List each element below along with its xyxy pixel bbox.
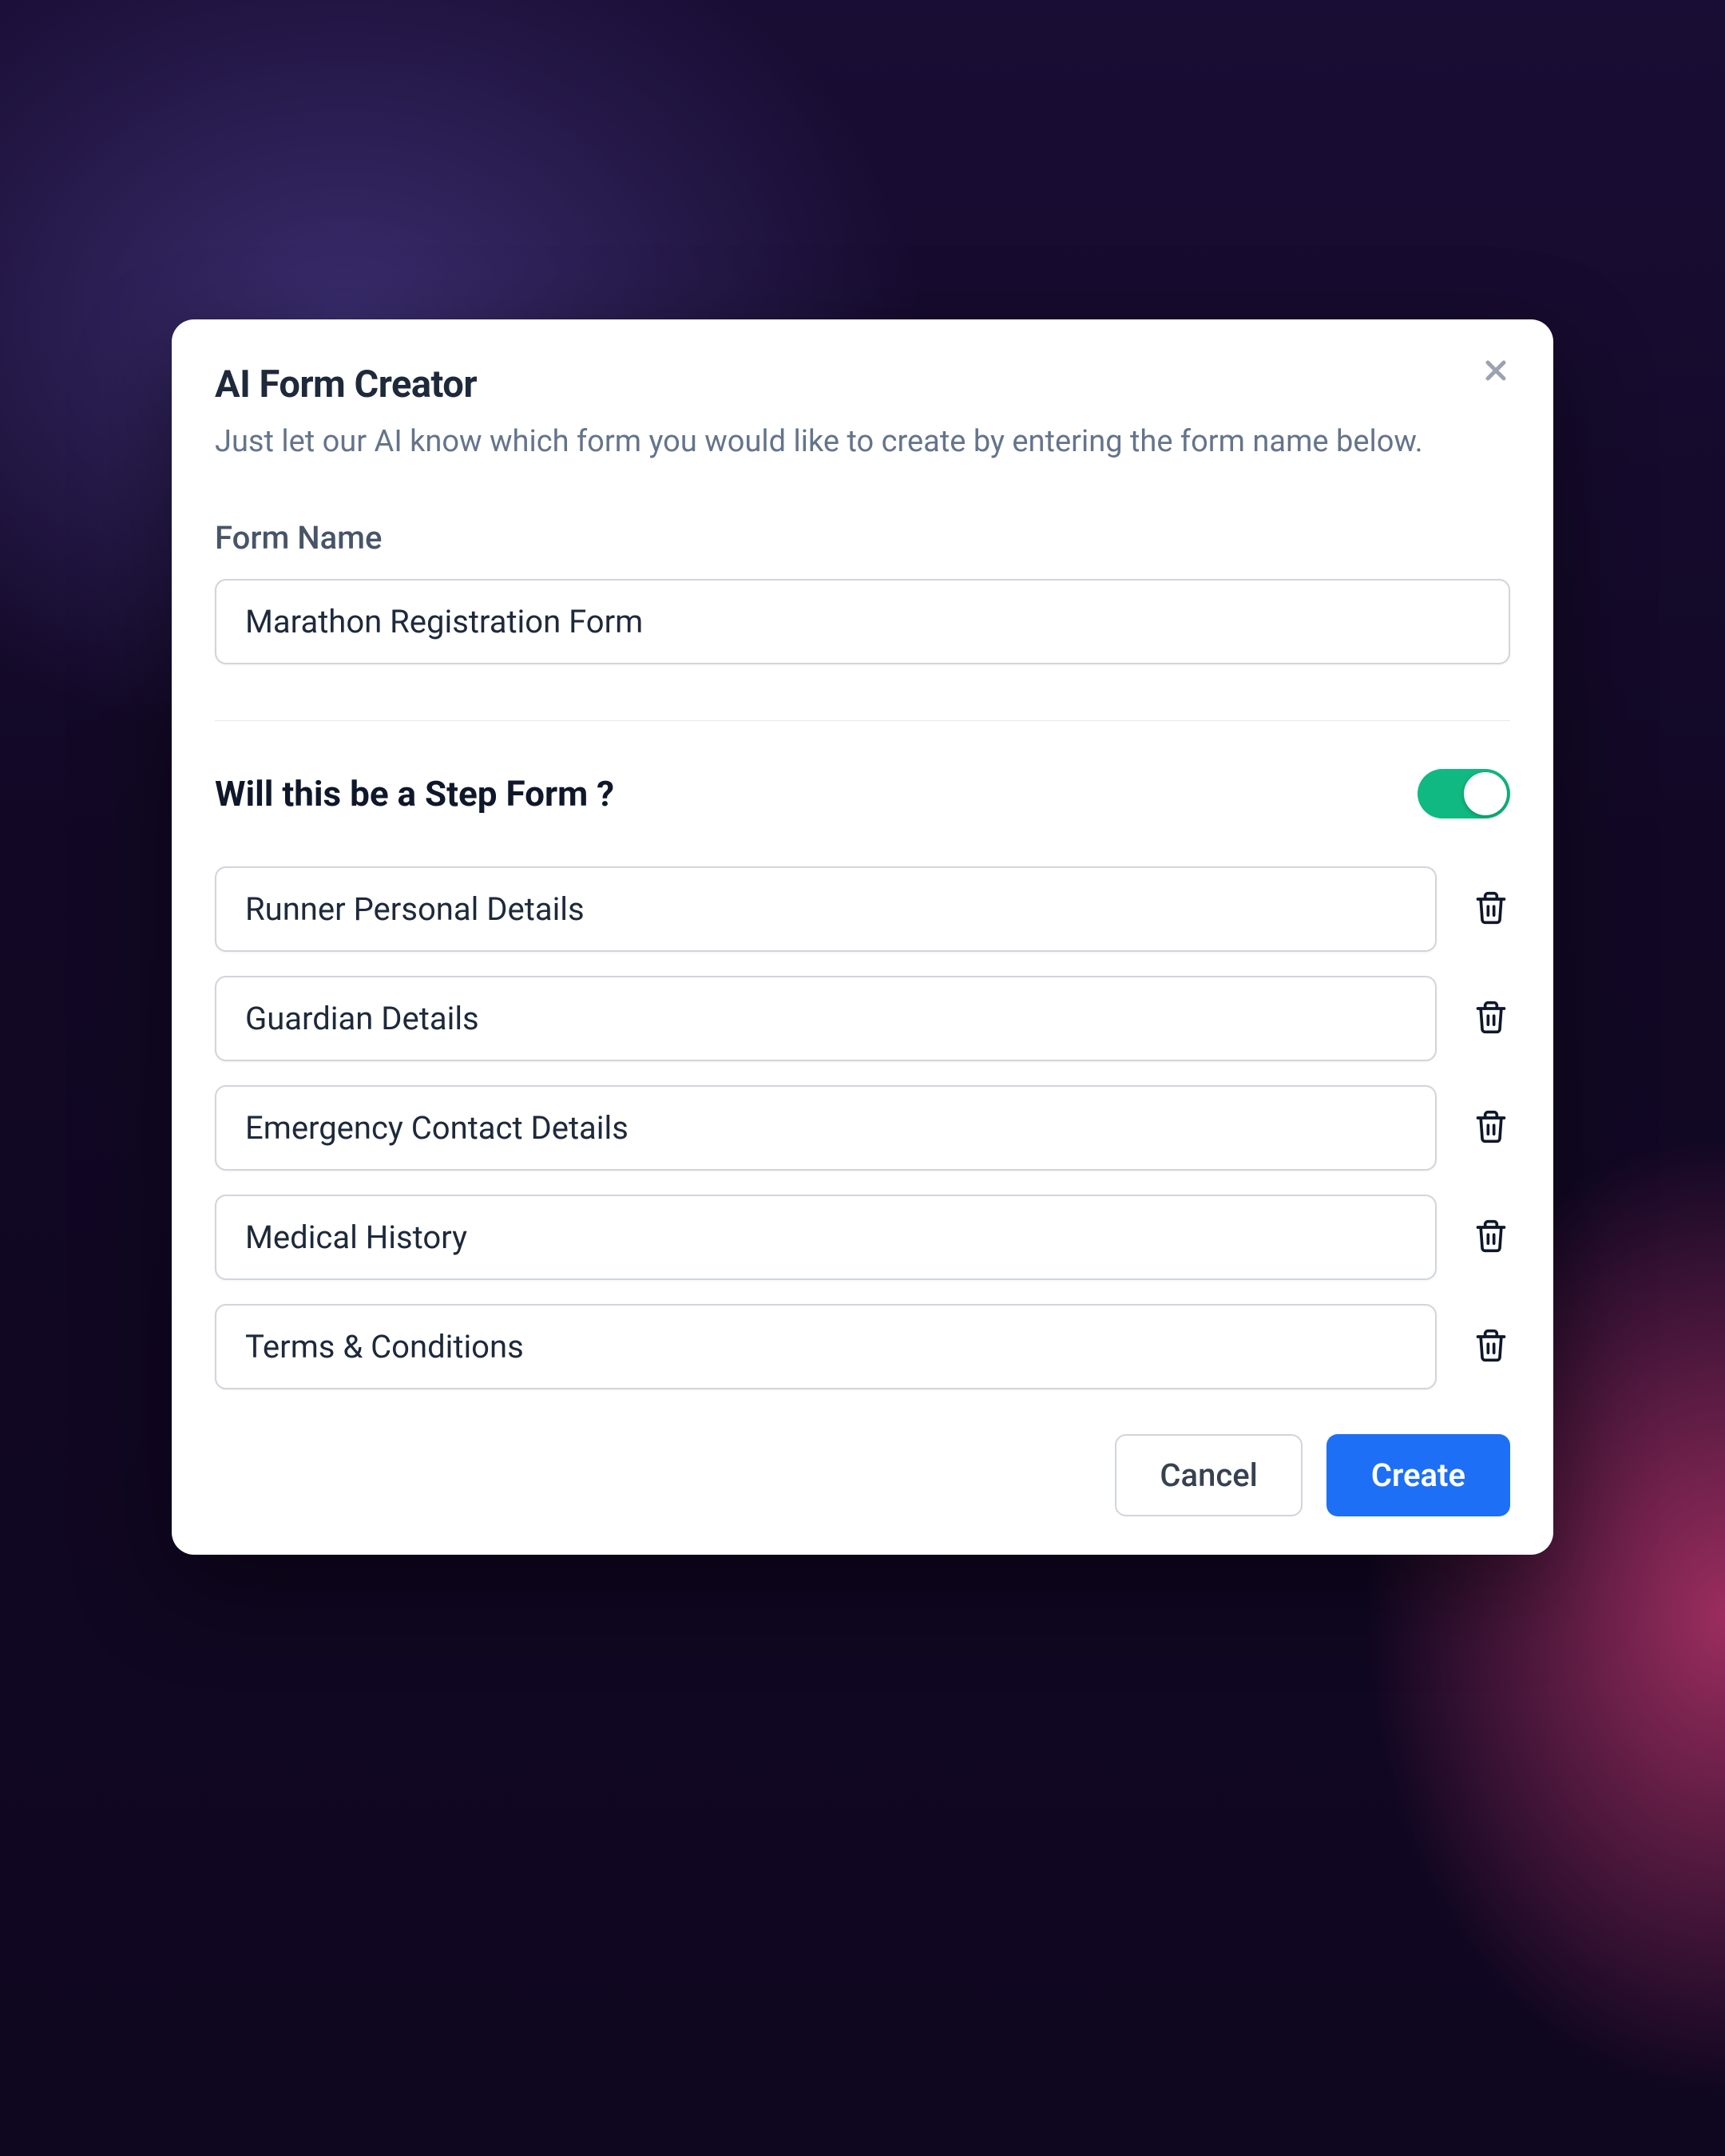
form-name-label: Form Name: [215, 519, 1510, 557]
delete-step-button[interactable]: [1472, 1109, 1510, 1147]
step-name-input[interactable]: [215, 976, 1437, 1061]
delete-step-button[interactable]: [1472, 1000, 1510, 1038]
modal-subtitle: Just let our AI know which form you woul…: [215, 421, 1461, 463]
step-row: [215, 1304, 1510, 1389]
step-name-input[interactable]: [215, 866, 1437, 952]
trash-icon: [1473, 1109, 1509, 1147]
form-name-input[interactable]: [215, 579, 1510, 664]
cancel-button[interactable]: Cancel: [1115, 1434, 1302, 1516]
step-row: [215, 976, 1510, 1061]
trash-icon: [1473, 1000, 1509, 1038]
modal-footer: Cancel Create: [215, 1434, 1510, 1516]
step-name-input[interactable]: [215, 1304, 1437, 1389]
divider: [215, 720, 1510, 721]
step-row: [215, 1195, 1510, 1280]
trash-icon: [1473, 1219, 1509, 1257]
toggle-knob: [1464, 772, 1507, 815]
step-name-input[interactable]: [215, 1085, 1437, 1171]
close-button[interactable]: [1477, 353, 1515, 391]
trash-icon: [1473, 1328, 1509, 1366]
step-form-question: Will this be a Step Form ?: [215, 773, 614, 814]
modal-title: AI Form Creator: [215, 363, 1510, 406]
create-button[interactable]: Create: [1326, 1434, 1510, 1516]
trash-icon: [1473, 890, 1509, 929]
close-icon: [1480, 355, 1512, 390]
steps-list: [215, 866, 1510, 1389]
step-form-toggle[interactable]: [1418, 769, 1510, 818]
step-form-toggle-row: Will this be a Step Form ?: [215, 769, 1510, 818]
delete-step-button[interactable]: [1472, 1328, 1510, 1366]
delete-step-button[interactable]: [1472, 1219, 1510, 1257]
ai-form-creator-modal: AI Form Creator Just let our AI know whi…: [172, 319, 1553, 1555]
step-name-input[interactable]: [215, 1195, 1437, 1280]
step-row: [215, 1085, 1510, 1171]
step-row: [215, 866, 1510, 952]
delete-step-button[interactable]: [1472, 890, 1510, 929]
